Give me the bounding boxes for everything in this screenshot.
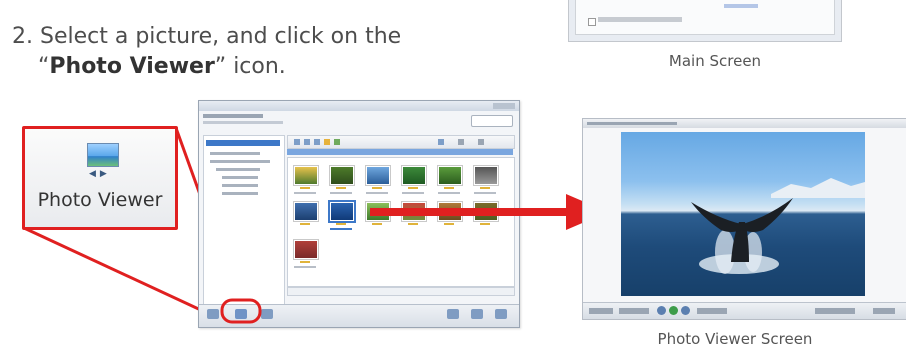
photo-viewer-screen <box>582 118 906 320</box>
viewer-control[interactable] <box>619 308 649 314</box>
viewer-titlebar <box>583 119 906 128</box>
whale-tail-illustration <box>691 178 865 274</box>
viewer-control[interactable] <box>589 308 613 314</box>
slideshow-icon[interactable] <box>669 306 678 315</box>
prev-icon[interactable] <box>657 306 666 315</box>
big-red-arrow-icon <box>370 194 608 230</box>
viewer-bottom-toolbar <box>583 302 906 319</box>
whale-tail-photo <box>621 132 865 296</box>
viewer-control[interactable] <box>697 308 727 314</box>
viewer-control[interactable] <box>873 308 895 314</box>
viewer-control[interactable] <box>815 308 855 314</box>
next-icon[interactable] <box>681 306 690 315</box>
photo-viewer-caption: Photo Viewer Screen <box>657 330 813 348</box>
viewer-title-text <box>587 122 677 125</box>
